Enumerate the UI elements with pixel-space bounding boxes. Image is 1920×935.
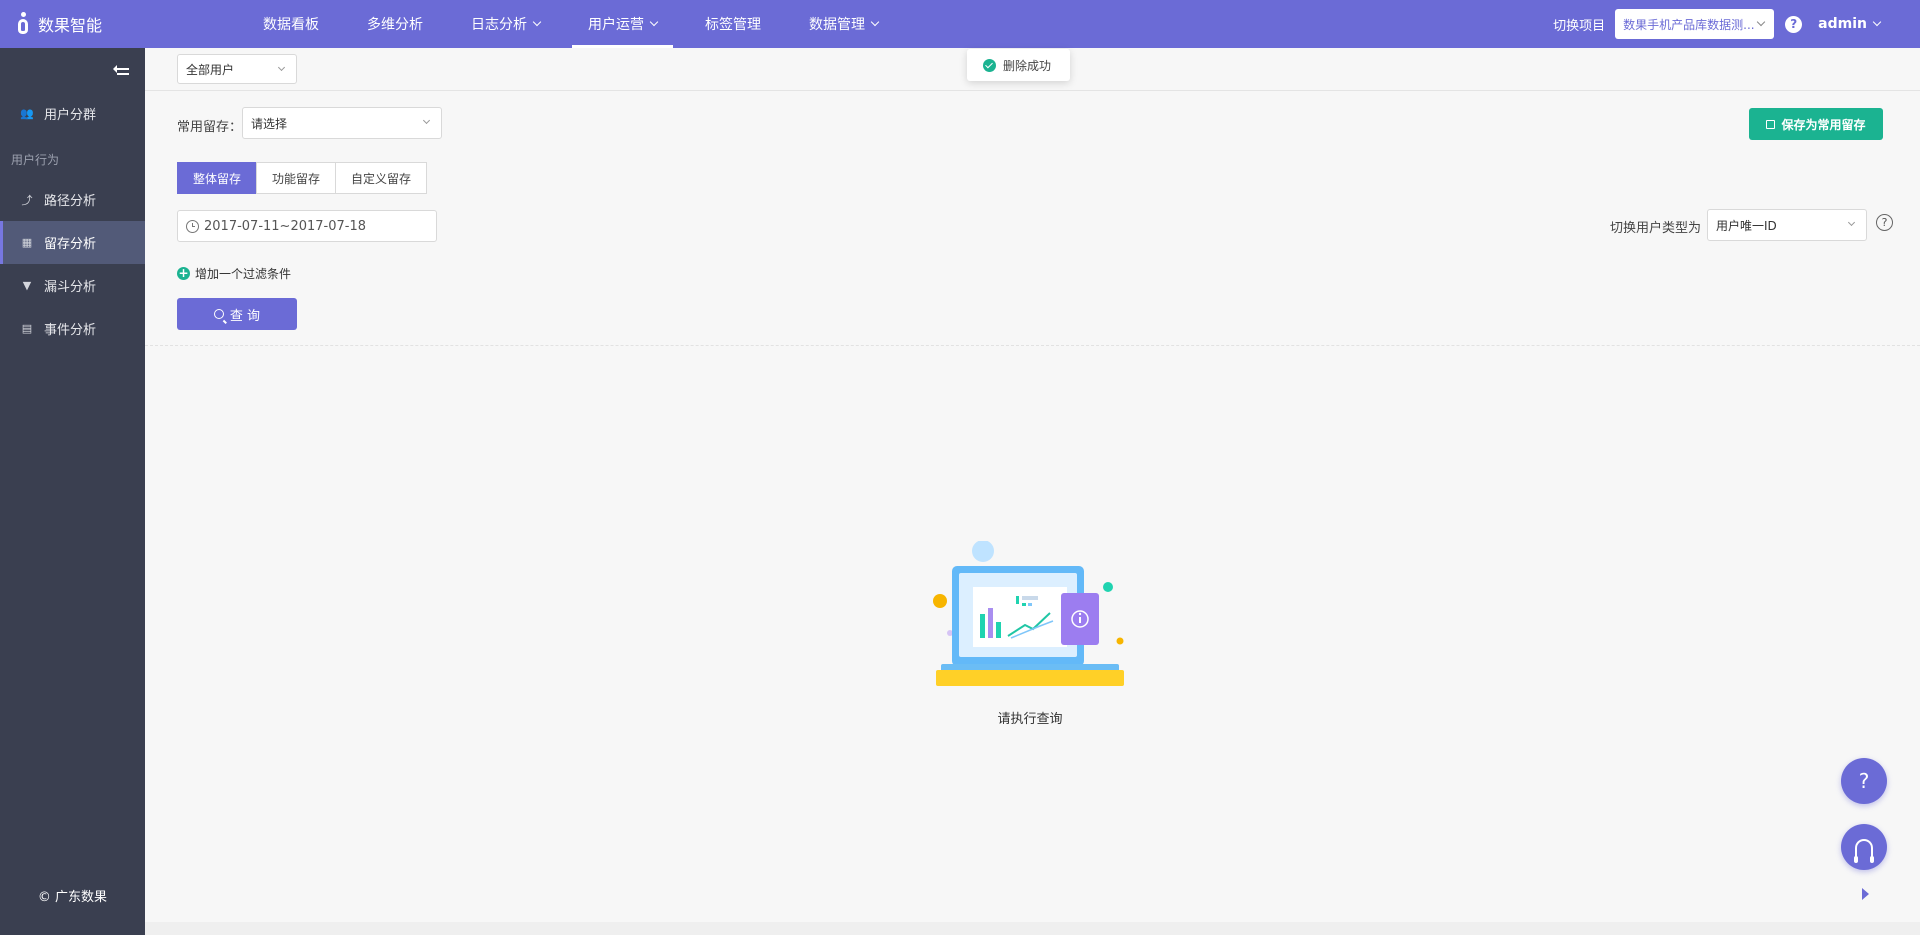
common-retention-placeholder: 请选择 [251, 116, 288, 131]
user-filter-select[interactable]: 全部用户 [177, 54, 297, 84]
sidebar-item-label: 留存分析 [44, 237, 97, 252]
date-range-picker[interactable]: 2017-07-11~2017-07-18 [177, 210, 437, 242]
app-name: 数果智能 [38, 16, 103, 35]
tab-custom-retention[interactable]: 自定义留存 [335, 162, 428, 194]
user-menu[interactable]: admin [1818, 16, 1882, 32]
retention-icon: ▦ [21, 236, 33, 249]
main-nav: 数据看板 多维分析 日志分析 用户运营 标签管理 数据管理 [247, 0, 910, 48]
funnel-icon: ▼ [22, 279, 32, 292]
copyright: © 广东数果 [37, 890, 108, 905]
tab-label: 自定义留存 [351, 171, 412, 186]
event-icon: ▤ [21, 322, 33, 335]
chevron-down-icon [870, 17, 880, 27]
sidebar-item-event-analysis[interactable]: ▤ 事件分析 [0, 307, 145, 350]
sidebar-item-path-analysis[interactable]: ⤴ 路径分析 [0, 178, 145, 221]
nav-label: 日志分析 [471, 17, 527, 33]
top-navbar: 数果智能 数据看板 多维分析 日志分析 用户运营 标签管理 数据管理 切换项目 … [0, 0, 1920, 48]
sidebar-item-label: 事件分析 [44, 323, 97, 338]
users-icon: 👥 [20, 107, 34, 120]
username: admin [1818, 16, 1867, 32]
project-select[interactable]: 数果手机产品库数据测... [1615, 9, 1775, 39]
header-right: 切换项目 数果手机产品库数据测... ? admin [1553, 0, 1920, 48]
logo-icon [14, 12, 32, 36]
nav-item-dashboard[interactable]: 数据看板 [247, 0, 335, 48]
query-button-label: 查 询 [229, 308, 261, 324]
chevron-down-icon [1756, 17, 1766, 27]
sidebar-item-retention-analysis[interactable]: ▦ 留存分析 [0, 221, 145, 264]
app-logo[interactable]: 数果智能 [0, 12, 145, 36]
add-filter-label: 增加一个过滤条件 [195, 267, 292, 281]
save-icon [1766, 119, 1776, 129]
user-type-label: 切换用户类型为 [1610, 221, 1702, 236]
plus-circle-icon: + [177, 266, 190, 280]
tab-label: 整体留存 [193, 171, 242, 186]
nav-item-data-management[interactable]: 数据管理 [793, 0, 894, 48]
sidebar-group-label: 用户行为 [11, 153, 60, 167]
nav-item-user-operations[interactable]: 用户运营 [572, 0, 673, 48]
chevron-down-icon [1847, 218, 1856, 227]
nav-label: 数据看板 [263, 17, 319, 33]
customer-service-button[interactable] [1841, 824, 1887, 870]
common-retention-select[interactable]: 请选择 [242, 107, 442, 139]
common-retention-label: 常用留存： [177, 120, 243, 135]
date-range-value: 2017-07-11~2017-07-18 [204, 218, 366, 234]
success-toast: 删除成功 [967, 49, 1070, 81]
sidebar-item-user-groups[interactable]: 👥 用户分群 [0, 92, 145, 135]
expand-arrow-icon[interactable] [1862, 888, 1869, 900]
sidebar-item-label: 路径分析 [44, 194, 97, 209]
nav-label: 多维分析 [367, 17, 423, 33]
empty-state-text: 请执行查询 [997, 712, 1063, 727]
sidebar: 👥 用户分群 用户行为 ⤴ 路径分析 ▦ 留存分析 ▼ 漏斗分析 ▤ 事件分析 … [0, 48, 145, 935]
bottom-scrollbar [145, 922, 1920, 935]
switch-project-label: 切换项目 [1553, 18, 1606, 34]
clock-icon [186, 219, 199, 233]
sidebar-item-label: 用户分群 [44, 108, 97, 123]
tab-label: 功能留存 [272, 171, 321, 186]
toast-message: 删除成功 [1003, 58, 1052, 73]
path-icon: ⤴ [21, 193, 33, 207]
nav-item-tag-management[interactable]: 标签管理 [689, 0, 777, 48]
help-float-button[interactable]: ? [1841, 758, 1887, 804]
empty-state-illustration [933, 541, 1124, 686]
chevron-down-icon [532, 17, 542, 27]
user-type-value: 用户唯一ID [1716, 218, 1777, 233]
user-filter-value: 全部用户 [186, 62, 235, 77]
query-button[interactable]: 查 询 [177, 298, 297, 330]
question-icon: ? [1858, 769, 1870, 793]
question-circle-icon[interactable]: ? [1785, 15, 1803, 33]
sidebar-item-label: 漏斗分析 [44, 280, 97, 295]
collapse-menu-icon[interactable] [113, 63, 129, 75]
tab-overall-retention[interactable]: 整体留存 [177, 162, 258, 194]
nav-item-log-analysis[interactable]: 日志分析 [455, 0, 556, 48]
check-circle-icon [983, 58, 996, 72]
project-select-value: 数果手机产品库数据测... [1623, 17, 1755, 32]
nav-label: 标签管理 [705, 17, 761, 33]
chevron-down-icon [422, 116, 431, 125]
help-icon[interactable]: ? [1876, 214, 1893, 231]
tab-feature-retention[interactable]: 功能留存 [256, 162, 337, 194]
add-filter-link[interactable]: + 增加一个过滤条件 [177, 265, 291, 282]
chevron-down-icon [649, 17, 659, 27]
retention-tabs: 整体留存 功能留存 自定义留存 [177, 162, 428, 194]
nav-label: 用户运营 [588, 17, 644, 33]
save-common-retention-button[interactable]: 保存为常用留存 [1749, 108, 1883, 140]
nav-label: 数据管理 [809, 17, 865, 33]
divider [145, 345, 1920, 346]
chevron-down-icon [277, 63, 286, 72]
main-content: 全部用户 常用留存： 请选择 保存为常用留存 整体留存 功能留存 自定义留存 2… [145, 48, 1920, 935]
headset-icon [1854, 839, 1874, 863]
search-icon [213, 309, 224, 319]
sidebar-item-funnel-analysis[interactable]: ▼ 漏斗分析 [0, 264, 145, 307]
save-button-label: 保存为常用留存 [1781, 117, 1866, 132]
nav-item-multidim[interactable]: 多维分析 [351, 0, 439, 48]
chevron-down-icon [1872, 17, 1882, 27]
user-type-select[interactable]: 用户唯一ID [1707, 209, 1867, 241]
